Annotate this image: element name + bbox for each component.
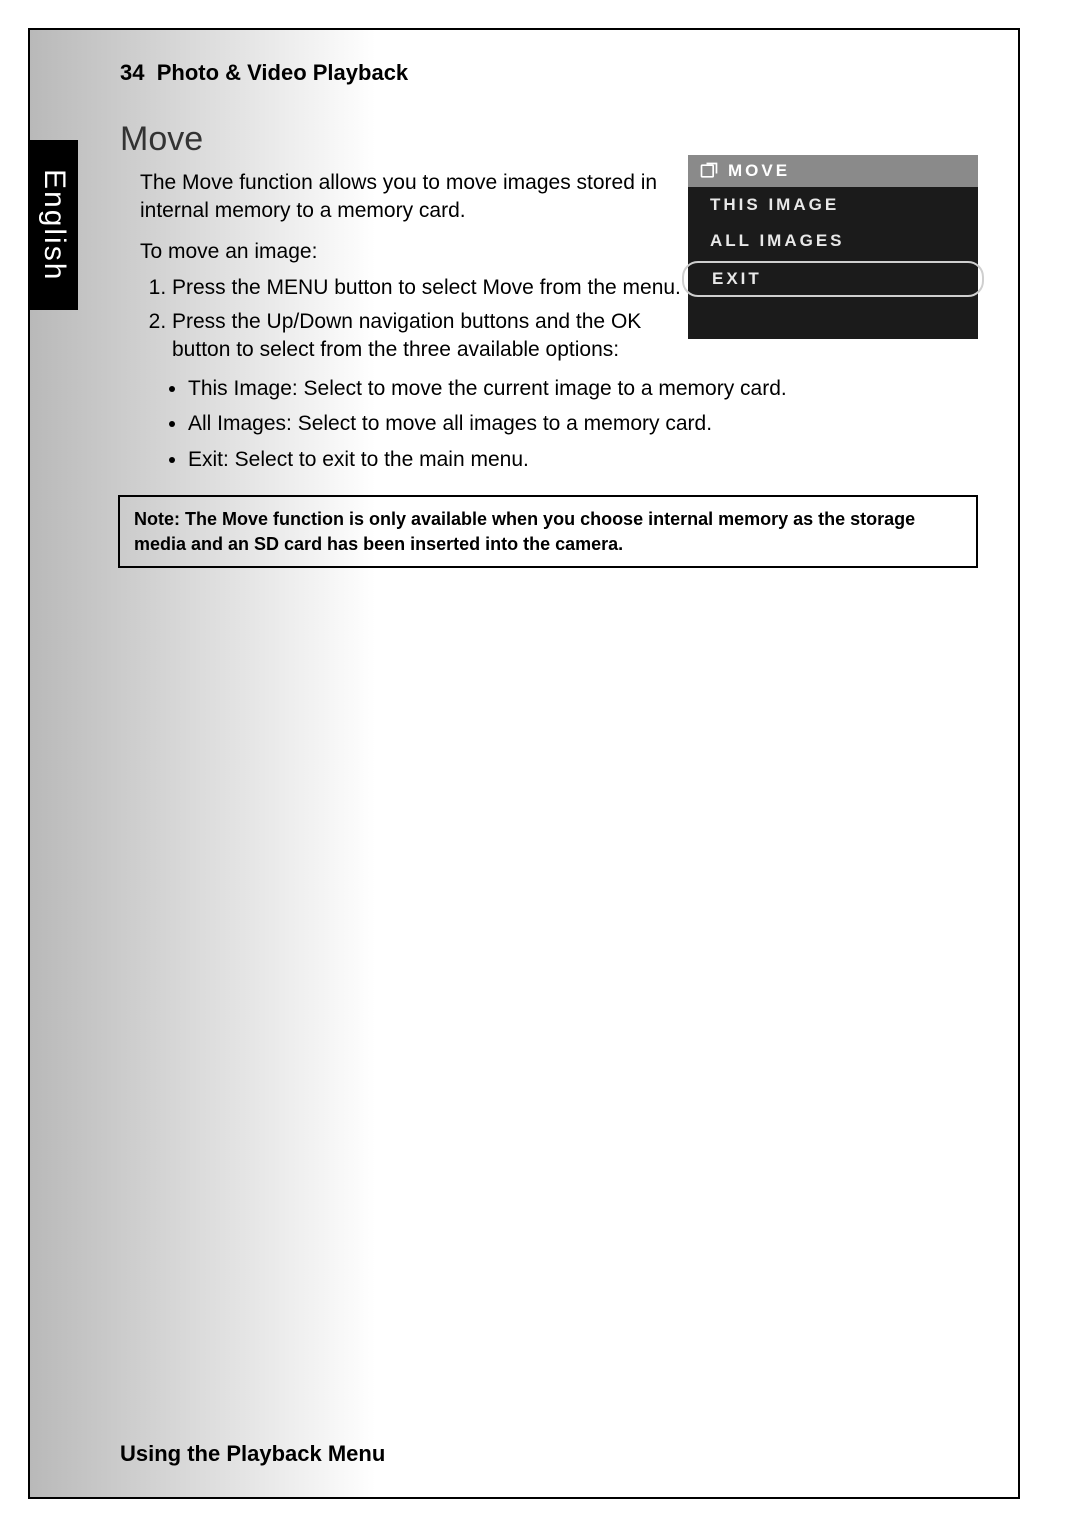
page-header: 34 Photo & Video Playback <box>120 60 408 86</box>
option-item: This Image: Select to move the current i… <box>188 373 978 405</box>
device-menu: MOVE THIS IMAGE ALL IMAGES EXIT <box>688 155 978 339</box>
page-number: 34 <box>120 60 144 85</box>
device-menu-spacer <box>688 299 978 339</box>
content-area: Move The Move function allows you to mov… <box>120 120 978 568</box>
step-item: Press the Up/Down navigation buttons and… <box>172 308 692 365</box>
option-item: Exit: Select to exit to the main menu. <box>188 444 978 476</box>
option-item: All Images: Select to move all images to… <box>188 408 978 440</box>
device-menu-item[interactable]: THIS IMAGE <box>688 187 978 223</box>
device-menu-title: MOVE <box>728 161 790 181</box>
language-tab-label: English <box>37 169 71 281</box>
step-item: Press the MENU button to select Move fro… <box>172 274 692 302</box>
device-menu-title-bar: MOVE <box>688 155 978 187</box>
note-box: Note: The Move function is only availabl… <box>118 495 978 568</box>
page-footer: Using the Playback Menu <box>120 1441 385 1467</box>
steps-list: Press the MENU button to select Move fro… <box>144 274 692 365</box>
language-tab: English <box>30 140 78 310</box>
intro-text: The Move function allows you to move ima… <box>140 169 660 226</box>
page-frame: English 34 Photo & Video Playback Move T… <box>28 28 1020 1499</box>
section-title: Move <box>120 120 978 159</box>
device-menu-item[interactable]: ALL IMAGES <box>688 223 978 259</box>
move-icon <box>698 161 720 181</box>
device-menu-item-selected[interactable]: EXIT <box>682 261 984 297</box>
page-header-title: Photo & Video Playback <box>157 60 408 85</box>
options-list: This Image: Select to move the current i… <box>168 373 978 476</box>
